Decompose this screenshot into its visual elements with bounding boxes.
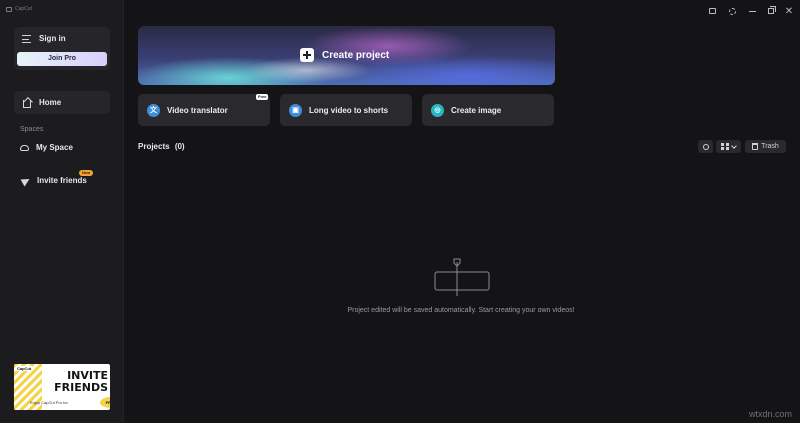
- create-project-label: Create project: [322, 49, 390, 61]
- minimize-icon: [748, 10, 756, 12]
- cloud-icon: [20, 144, 29, 151]
- restore-icon: [768, 8, 774, 14]
- app-name: CapCut: [15, 6, 32, 12]
- shorts-icon: ▣: [289, 103, 302, 117]
- settings-button[interactable]: [726, 6, 738, 16]
- trash-button[interactable]: Trash: [745, 140, 786, 153]
- empty-state-message: Project edited will be saved automatical…: [347, 307, 575, 314]
- account-card: Sign in Join Pro: [14, 27, 110, 70]
- capcut-logo-icon: [6, 6, 12, 12]
- translate-icon: 文: [147, 103, 160, 117]
- free-badge: Free: [256, 94, 269, 100]
- plus-icon: [300, 48, 314, 62]
- send-icon: [20, 175, 32, 186]
- close-button[interactable]: ✕: [783, 5, 795, 17]
- spaces-heading: Spaces: [20, 126, 44, 133]
- banner-subtitle: Enjoy CapCut Pro for: [30, 400, 68, 405]
- feedback-icon: [708, 8, 716, 14]
- app-brand: CapCut: [6, 6, 32, 12]
- banner-title-line2: FRIENDS: [54, 381, 108, 394]
- trash-label: Trash: [761, 143, 779, 150]
- view-mode-dropdown[interactable]: [716, 140, 741, 153]
- grid-view-icon: [721, 143, 729, 150]
- video-translator-button[interactable]: 文 Video translator Free: [138, 94, 270, 126]
- projects-count: (0): [174, 142, 185, 151]
- minimize-button[interactable]: [746, 6, 758, 16]
- create-project-content: Create project: [300, 48, 389, 62]
- sign-in-label: Sign in: [39, 34, 66, 43]
- quick-action-label: Create image: [451, 105, 502, 115]
- banner-title: INVITE FRIENDS: [32, 370, 108, 394]
- close-icon: ✕: [784, 5, 794, 17]
- quick-action-label: Long video to shorts: [309, 105, 389, 115]
- sidebar: CapCut Sign in Join Pro Home Spaces My S…: [0, 0, 124, 423]
- sidebar-item-label: My Space: [36, 143, 73, 152]
- sidebar-item-my-space[interactable]: My Space: [20, 143, 73, 152]
- banner-free-badge: FREE: [100, 397, 110, 408]
- sidebar-item-home[interactable]: Home: [14, 91, 110, 114]
- image-icon: ◎: [431, 103, 444, 117]
- sidebar-item-invite-friends[interactable]: Invite friends: [20, 175, 87, 186]
- empty-timeline-icon: [434, 258, 490, 296]
- trash-icon: [752, 143, 759, 150]
- join-pro-button[interactable]: Join Pro: [17, 52, 107, 66]
- home-icon: [23, 99, 31, 108]
- sidebar-item-label: Invite friends: [37, 176, 87, 185]
- maximize-button[interactable]: [765, 6, 777, 16]
- create-image-button[interactable]: ◎ Create image: [422, 94, 554, 126]
- projects-label: Projects: [138, 142, 170, 151]
- search-icon: [702, 143, 709, 150]
- invite-friends-banner[interactable]: CapCut INVITE FRIENDS Enjoy CapCut Pro f…: [14, 364, 110, 410]
- projects-heading: Projects (0): [138, 142, 185, 151]
- banner-brand: CapCut: [16, 366, 33, 371]
- new-badge: New: [79, 170, 94, 176]
- sidebar-item-label: Home: [39, 98, 62, 107]
- feedback-button[interactable]: [706, 6, 718, 16]
- search-button[interactable]: [698, 140, 713, 153]
- watermark: wtxdn.com: [748, 409, 792, 419]
- long-video-to-shorts-button[interactable]: ▣ Long video to shorts: [280, 94, 412, 126]
- user-icon: [22, 34, 31, 43]
- chevron-down-icon: [731, 142, 737, 149]
- gear-icon: [728, 7, 736, 15]
- sign-in-button[interactable]: Sign in: [22, 34, 66, 43]
- create-project-button[interactable]: Create project: [138, 26, 555, 85]
- quick-action-label: Video translator: [167, 105, 228, 115]
